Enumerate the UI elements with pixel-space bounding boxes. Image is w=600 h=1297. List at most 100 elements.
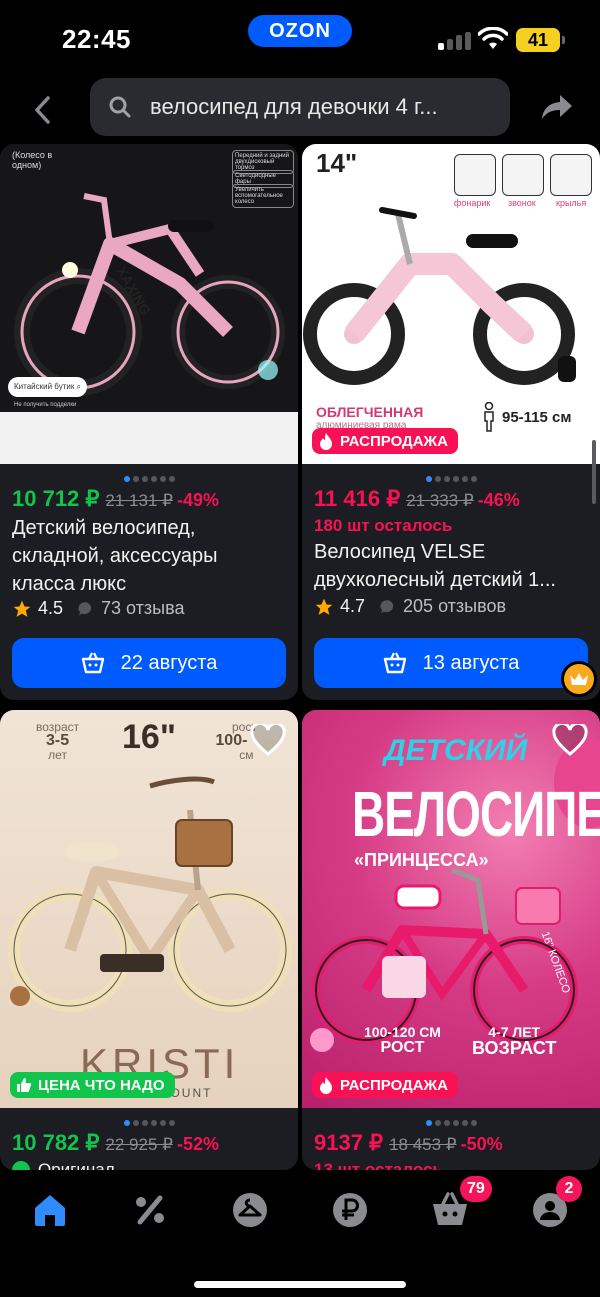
image-caption: 4-7 ЛЕТ ВОЗРАСТ <box>472 1024 557 1058</box>
back-arrow-icon[interactable] <box>28 90 58 130</box>
clock: 22:45 <box>62 24 131 54</box>
image-pagination <box>426 469 480 482</box>
status-bar: 22:45 OZON 41 <box>0 0 600 78</box>
ozon-logo[interactable]: OZON <box>248 15 352 47</box>
crown-icon <box>570 673 588 685</box>
fire-icon <box>320 433 332 450</box>
person-icon <box>484 402 494 432</box>
favorite-heart-icon[interactable] <box>250 724 286 756</box>
product-image[interactable]: ДЕТСКИЙ ВЕЛОСИПЕД «ПРИНЦЕССА» 16" КОЛЕСО… <box>302 710 600 1108</box>
product-card[interactable]: (Колесо в одном) Передний и задний двухд… <box>0 144 298 700</box>
accessory-thumb <box>502 154 544 196</box>
percent-icon[interactable] <box>130 1190 170 1230</box>
image-caption: возраст 3-5 лет <box>36 720 80 762</box>
star-icon <box>13 600 31 617</box>
price-row: 10 712 ₽ 21 131 ₽ -49% <box>12 486 219 512</box>
bicycle-illustration <box>303 207 576 385</box>
accessory-thumb <box>550 154 592 196</box>
current-price: 11 416 ₽ <box>314 486 401 511</box>
price-row: 10 782 ₽ 22 925 ₽ -52% <box>12 1130 219 1156</box>
add-to-cart-button[interactable]: 22 августа <box>12 638 286 688</box>
original-badge: Оригинал <box>12 1160 115 1170</box>
old-price: 18 453 ₽ <box>389 1135 457 1154</box>
image-caption: 16" <box>122 718 176 756</box>
product-title[interactable]: Велосипед VELSE двухколесный детский 1... <box>314 538 594 594</box>
stock-left: 13 шт осталось <box>314 1160 443 1170</box>
image-title: ВЕЛОСИПЕД <box>352 777 600 851</box>
fire-icon <box>320 1077 332 1094</box>
premium-crown-badge <box>561 661 597 697</box>
bicycle-illustration <box>8 776 292 1012</box>
rating-value: 4.7 <box>340 596 366 616</box>
rating-row: 4.7 205 отзывов <box>314 596 506 617</box>
home-indicator[interactable] <box>194 1281 406 1288</box>
image-caption: (Колесо в одном) <box>12 150 53 170</box>
cart-count-badge: 79 <box>460 1176 492 1202</box>
price-row: 9137 ₽ 18 453 ₽ -50% <box>314 1130 503 1156</box>
image-pagination <box>124 1113 178 1126</box>
product-image[interactable]: возраст3-5лет 16" рост100-см KRISTI TOPE… <box>0 710 298 1108</box>
old-price: 21 131 ₽ <box>105 491 173 510</box>
rating-row: 4.5 73 отзыва <box>12 598 184 619</box>
ruble-icon[interactable] <box>330 1190 370 1230</box>
delivery-date: 13 августа <box>422 651 520 674</box>
product-image[interactable]: (Колесо в одном) Передний и задний двухд… <box>0 144 298 464</box>
cart-nav-item[interactable]: 79 <box>430 1176 492 1230</box>
search-header <box>0 78 600 144</box>
height-range: 95-115 см <box>482 402 572 432</box>
image-caption: Не получить подделки <box>14 402 77 408</box>
profile-nav-item[interactable]: 2 <box>530 1176 582 1230</box>
price-badge: ЦЕНА ЧТО НАДО <box>10 1072 175 1098</box>
scrollbar[interactable] <box>592 440 596 504</box>
product-card[interactable]: ДЕТСКИЙ ВЕЛОСИПЕД «ПРИНЦЕССА» 16" КОЛЕСО… <box>302 710 600 1170</box>
wifi-icon <box>478 27 508 49</box>
discount: -52% <box>176 1134 219 1154</box>
image-caption: 100-120 СМ РОСТ <box>364 1024 441 1056</box>
comment-icon <box>78 601 92 616</box>
home-icon[interactable] <box>30 1190 70 1230</box>
product-title[interactable]: Детский велосипед, складной, аксессуары кл… <box>12 514 292 598</box>
reviews-count: 205 отзывов <box>403 596 507 616</box>
sale-badge: РАСПРОДАЖА <box>312 1072 458 1098</box>
old-price: 22 925 ₽ <box>105 1135 173 1154</box>
basket-icon <box>383 652 406 674</box>
basket-icon <box>81 652 104 674</box>
old-price: 21 333 ₽ <box>406 491 474 510</box>
thumbs-up-icon <box>17 1078 32 1092</box>
delivery-date: 22 августа <box>120 651 218 674</box>
bicycle-illustration: XAXING <box>14 193 285 396</box>
search-icon <box>109 96 131 118</box>
current-price: 10 782 ₽ <box>12 1130 100 1155</box>
image-pagination <box>124 469 178 482</box>
image-pagination <box>426 1113 480 1126</box>
wheel-size-label: 14" <box>316 148 358 178</box>
cellular-signal-icon <box>438 32 471 50</box>
current-price: 9137 ₽ <box>314 1130 384 1155</box>
battery-indicator: 41 <box>516 28 565 52</box>
accessory-thumb <box>454 154 496 196</box>
image-title: ДЕТСКИЙ <box>384 734 528 767</box>
bottom-navigation: 79 2 <box>0 1170 600 1297</box>
discount: -50% <box>460 1134 503 1154</box>
stock-left: 180 шт осталось <box>314 516 453 535</box>
favorite-heart-icon[interactable] <box>552 724 588 756</box>
star-icon <box>315 598 333 615</box>
reviews-count: 73 отзыва <box>101 598 185 618</box>
catalog-icon[interactable] <box>230 1190 270 1230</box>
discount: -49% <box>176 490 219 510</box>
search-input[interactable] <box>150 78 500 136</box>
current-price: 10 712 ₽ <box>12 486 100 511</box>
profile-count-badge: 2 <box>556 1176 582 1202</box>
shop-label: Китайский бутик ⌕ <box>8 377 88 397</box>
search-bar[interactable] <box>90 78 510 136</box>
discount: -46% <box>477 490 520 510</box>
add-to-cart-button[interactable]: 13 августа <box>314 638 588 688</box>
product-card[interactable]: 14" фонарик звонок крылья ОБЛЕГЧЕННАЯ алю… <box>302 144 600 700</box>
product-image[interactable]: 14" фонарик звонок крылья ОБЛЕГЧЕННАЯ алю… <box>302 144 600 464</box>
rating-value: 4.5 <box>38 598 64 618</box>
comment-icon <box>380 599 394 614</box>
price-row: 11 416 ₽ 21 333 ₽ -46% <box>314 486 520 512</box>
sale-badge: РАСПРОДАЖА <box>312 428 458 454</box>
share-icon[interactable] <box>540 92 574 122</box>
product-card[interactable]: возраст3-5лет 16" рост100-см KRISTI TOPE… <box>0 710 298 1170</box>
